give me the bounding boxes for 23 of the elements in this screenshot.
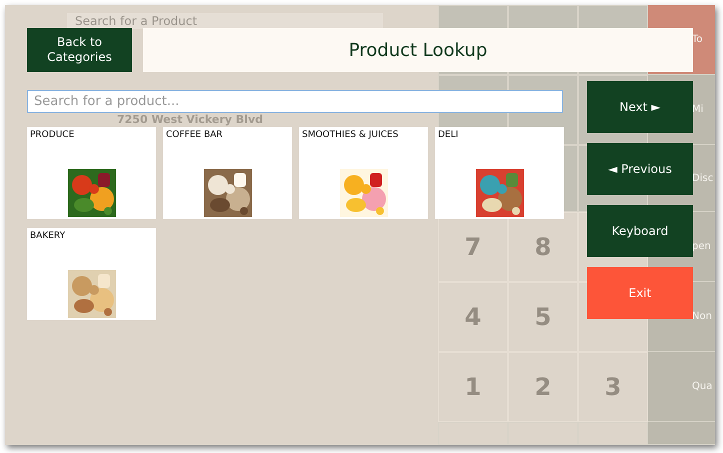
background-label: Qua — [648, 352, 715, 422]
keypad-digit: 2 — [508, 352, 578, 422]
category-tile[interactable]: SMOOTHIES & JUICES — [299, 127, 428, 219]
search-field[interactable]: Search for a product... — [27, 90, 563, 113]
category-name: DELI — [438, 130, 458, 140]
keypad-digit: 5 — [508, 282, 578, 352]
nav-button[interactable]: Keyboard — [587, 205, 693, 257]
keypad-digit: 3 — [578, 352, 648, 422]
category-name: PRODUCE — [30, 130, 74, 140]
keypad-digit: 1 — [438, 352, 508, 422]
category-name: COFFEE BAR — [166, 130, 223, 140]
store-address: 7250 West Vickery Blvd — [117, 114, 263, 126]
dialog-title: Product Lookup — [143, 28, 693, 72]
keypad-digit: 4 — [438, 282, 508, 352]
category-tile[interactable]: COFFEE BAR — [163, 127, 292, 219]
category-name: SMOOTHIES & JUICES — [302, 130, 398, 140]
nav-button[interactable]: ◄ Previous — [587, 143, 693, 195]
nav-button[interactable]: Next ► — [587, 81, 693, 133]
category-tile[interactable]: BAKERY — [27, 228, 156, 320]
back-button[interactable]: Back to Categories — [27, 28, 132, 72]
category-tile[interactable]: PRODUCE — [27, 127, 156, 219]
category-name: BAKERY — [30, 231, 66, 241]
category-tile[interactable]: DELI — [435, 127, 564, 219]
